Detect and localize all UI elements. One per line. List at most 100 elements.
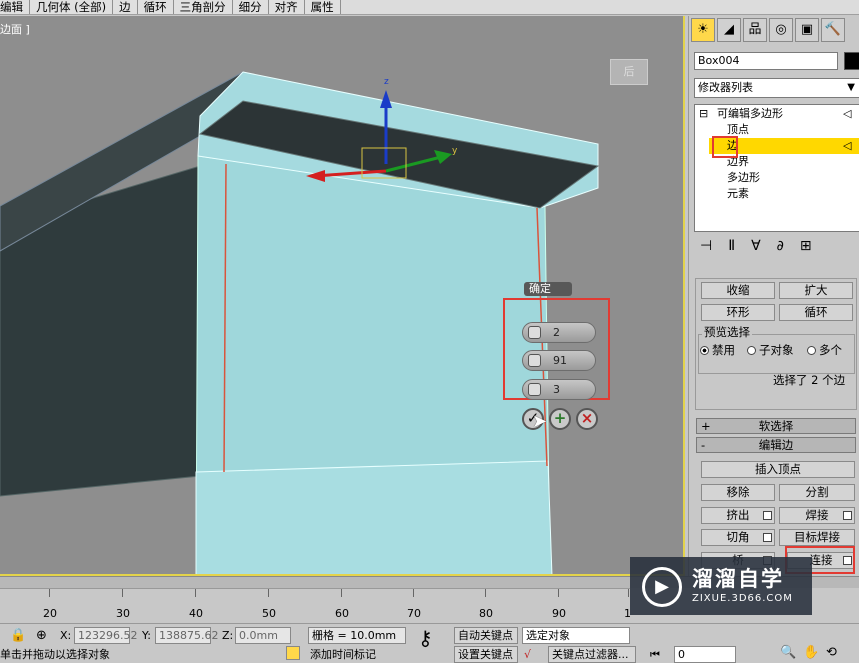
edge-highlight-box: [712, 136, 738, 158]
show-end-result-icon[interactable]: Ⅱ: [728, 238, 735, 258]
status-prompt: 单击并拖动以选择对象: [0, 648, 110, 661]
lock-icon[interactable]: 🔒: [10, 627, 26, 644]
timeline-ruler[interactable]: 20 30 40 50 60 70 80 90 1: [0, 588, 631, 623]
menu-align[interactable]: 对齐: [268, 0, 305, 14]
create-tab-icon[interactable]: ☀: [691, 18, 715, 42]
chamfer-settings-icon[interactable]: [763, 533, 772, 542]
object-color-swatch[interactable]: [844, 52, 859, 70]
slide-field[interactable]: 3: [522, 379, 596, 400]
tick-label: 40: [189, 607, 203, 620]
current-frame-field[interactable]: 0: [674, 646, 736, 663]
zoom-icon[interactable]: 🔍: [780, 644, 796, 661]
insert-vertex-button[interactable]: 插入顶点: [701, 461, 855, 478]
selected-object-dropdown[interactable]: 选定对象: [522, 627, 630, 644]
selection-status: 选择了 2 个边: [773, 373, 846, 387]
menu-edit[interactable]: 编辑: [0, 0, 30, 14]
make-unique-icon[interactable]: ∀: [751, 238, 761, 258]
extrude-settings-icon[interactable]: [763, 511, 772, 520]
menu-triangulate[interactable]: 三角剖分: [173, 0, 233, 14]
segments-field[interactable]: 2: [522, 322, 596, 343]
pan-icon[interactable]: ✋: [803, 644, 819, 661]
stack-item-element[interactable]: 元素: [727, 186, 749, 202]
caddy-cancel-button[interactable]: ×: [576, 408, 598, 430]
preview-subobject-label: 子对象: [759, 343, 794, 357]
stack-collapse-icon[interactable]: ⊟: [699, 106, 708, 122]
pin-stack-icon[interactable]: ⊣: [700, 238, 712, 258]
menu-geometry-all[interactable]: 几何体 (全部): [30, 0, 114, 14]
weld-settings-icon[interactable]: [843, 511, 852, 520]
expand-icon: +: [701, 419, 711, 433]
stack-root-label[interactable]: 可编辑多边形: [717, 106, 783, 122]
loop-button[interactable]: 循环: [779, 304, 853, 321]
remove-modifier-icon[interactable]: ∂: [777, 238, 784, 258]
pinch-field[interactable]: 91: [522, 350, 596, 371]
z-coordinate-field[interactable]: 0.0mm: [235, 627, 291, 644]
watermark-name: 溜溜自学: [692, 567, 784, 591]
modify-tab-icon[interactable]: ◢: [717, 18, 741, 42]
stack-toolbar: ⊣ Ⅱ ∀ ∂ ⊞: [694, 238, 859, 258]
preview-off-radio[interactable]: [700, 346, 709, 355]
gizmo-z-arrow: [380, 90, 392, 108]
mouse-cursor-icon: ➤: [532, 411, 548, 432]
tick-label: 70: [407, 607, 421, 620]
edit-edges-rollout[interactable]: - 编辑边: [696, 437, 856, 453]
caddy-title[interactable]: 确定: [524, 282, 572, 296]
z-label: Z:: [222, 629, 234, 642]
auto-key-button[interactable]: 自动关键点: [454, 627, 518, 644]
preview-off-option[interactable]: 禁用: [700, 342, 735, 359]
weld-button[interactable]: 焊接: [779, 507, 855, 524]
caddy-apply-button[interactable]: +: [549, 408, 571, 430]
play-logo-icon: ▶: [642, 567, 682, 607]
x-label: X:: [60, 629, 72, 642]
grid-size-display: 栅格 = 10.0mm: [308, 627, 406, 644]
time-tag-icon[interactable]: [286, 646, 300, 660]
modifier-list-label: 修改器列表: [698, 81, 753, 94]
motion-tab-icon[interactable]: ◎: [769, 18, 793, 42]
command-panel: ☀ ◢ 品 ◎ ▣ 🔨 Box004 修改器列表 ▼ ⊟ 可编辑多边形 ◁ 顶点…: [688, 16, 859, 576]
soft-selection-rollout[interactable]: + 软选择: [696, 418, 856, 434]
y-coordinate-field[interactable]: 138875.62: [155, 627, 219, 644]
key-filters-button[interactable]: 关键点过滤器...: [548, 646, 636, 663]
modifier-list-dropdown[interactable]: 修改器列表 ▼: [694, 78, 859, 98]
weld-label: 焊接: [805, 508, 829, 522]
preview-selection-title: 预览选择: [702, 324, 752, 341]
preview-subobject-option[interactable]: 子对象: [747, 342, 794, 359]
split-button[interactable]: 分割: [779, 484, 855, 501]
modifier-stack: ⊟ 可编辑多边形 ◁ 顶点 边 ◁ 边界 多边形 元素: [694, 104, 859, 232]
tick-label: 80: [479, 607, 493, 620]
object-name-field[interactable]: Box004: [694, 52, 838, 70]
hierarchy-tab-icon[interactable]: 品: [743, 18, 767, 42]
target-weld-button[interactable]: 目标焊接: [779, 529, 855, 546]
stack-item-polygon[interactable]: 多边形: [727, 170, 760, 186]
orbit-icon[interactable]: ⟲: [826, 644, 837, 661]
segments-icon: [528, 326, 541, 339]
chamfer-label: 切角: [726, 530, 750, 544]
set-key-button[interactable]: 设置关键点: [454, 646, 518, 663]
key-icon[interactable]: ⚷: [418, 628, 433, 648]
ring-button[interactable]: 环形: [701, 304, 775, 321]
chamfer-button[interactable]: 切角: [701, 529, 775, 546]
utilities-tab-icon[interactable]: 🔨: [821, 18, 845, 42]
remove-button[interactable]: 移除: [701, 484, 775, 501]
preview-multi-radio[interactable]: [807, 346, 816, 355]
stack-pin-icon[interactable]: ◁: [843, 106, 851, 122]
preview-subobject-radio[interactable]: [747, 346, 756, 355]
display-tab-icon[interactable]: ▣: [795, 18, 819, 42]
viewport-label[interactable]: 边面 ]: [0, 21, 30, 37]
preview-multi-option[interactable]: 多个: [807, 342, 842, 359]
extrude-button[interactable]: 挤出: [701, 507, 775, 524]
segments-value: 2: [553, 326, 560, 339]
menu-edge[interactable]: 边: [113, 0, 138, 14]
grow-button[interactable]: 扩大: [779, 282, 853, 299]
x-coordinate-field[interactable]: 123296.52: [74, 627, 138, 644]
menu-loop[interactable]: 循环: [137, 0, 174, 14]
stack-edge-pin-icon[interactable]: ◁: [843, 138, 851, 154]
menu-subdivide[interactable]: 细分: [232, 0, 269, 14]
configure-sets-icon[interactable]: ⊞: [800, 238, 812, 258]
add-time-tag[interactable]: 添加时间标记: [310, 646, 376, 663]
go-to-start-icon[interactable]: ⏮: [650, 646, 660, 663]
menu-properties[interactable]: 属性: [304, 0, 341, 14]
absolute-mode-icon[interactable]: ⊕: [36, 627, 47, 644]
shrink-button[interactable]: 收缩: [701, 282, 775, 299]
viewcube[interactable]: 后: [610, 59, 648, 85]
